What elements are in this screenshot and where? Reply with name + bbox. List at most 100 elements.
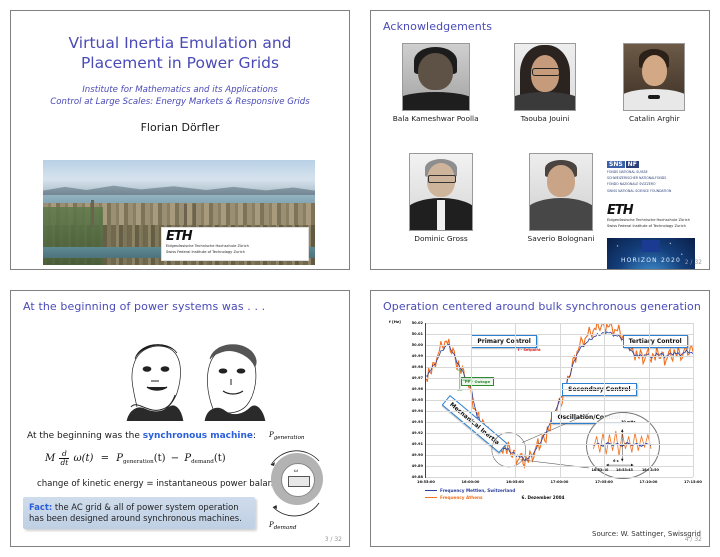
avatar xyxy=(401,43,470,111)
eth-subtitle-en: Swiss Federal Institute of Technology Zu… xyxy=(166,250,245,254)
legend-item-mettlen: Frequency Mettlen, Switzerland xyxy=(425,488,515,493)
chart-legend: Frequency Mettlen, Switzerland Frequency… xyxy=(425,488,515,502)
chart-x-axis-label: 6. Dezember 2004 xyxy=(521,495,565,500)
chart-gridline-vertical xyxy=(604,323,605,477)
chart-x-tick-label: 17:05:00 xyxy=(595,480,613,484)
inset-tick-2: 16:53:50 xyxy=(641,467,659,472)
eth-subtitle-en: Swiss Federal Institute of Technology Zu… xyxy=(607,223,686,228)
photo-sky xyxy=(43,160,315,192)
chart-x-tick-label: 16:00:00 xyxy=(461,480,480,484)
subtitle-line-1: Institute for Mathematics and its Applic… xyxy=(82,85,278,95)
chart-gridline-vertical xyxy=(559,323,561,477)
legend-label-mettlen: Frequency Mettlen, Switzerland xyxy=(440,488,516,493)
person-name: Dominic Gross xyxy=(414,234,468,243)
chart-y-tick-label: 49.91 xyxy=(411,442,423,446)
presentation-subtitle: Institute for Mathematics and its Applic… xyxy=(11,84,349,108)
fact-text-line-2: has been designed around synchronous mac… xyxy=(29,513,242,523)
chart-gridline-vertical xyxy=(470,323,472,477)
chart-y-tick-label: 50.00 xyxy=(411,343,423,347)
avatar-face xyxy=(547,164,575,197)
avatar xyxy=(529,153,593,231)
avatar-shoulders xyxy=(624,88,685,110)
presentation-author: Florian Dörfler xyxy=(140,121,220,134)
chart-y-tick-label: 49.88 xyxy=(411,475,423,479)
person-card-0: Bala Kameshwar Poolla xyxy=(381,43,490,123)
slide-title: Virtual Inertia Emulation and Placement … xyxy=(10,10,350,270)
eth-subtitle-de: Eidgenössische Technische Hochschule Zür… xyxy=(607,217,690,222)
snf-text-de: SCHWEIZERISCHER NATIONALFONDS xyxy=(607,176,667,181)
eq-p-demand-arg: (t) xyxy=(213,453,226,464)
slide-4-title: Operation centered around bulk synchrono… xyxy=(383,300,701,313)
kinetic-energy-line: change of kinetic energy = instantaneous… xyxy=(37,479,284,489)
tesla-edison-sketch-icon xyxy=(126,344,266,422)
avatar xyxy=(409,153,473,231)
chart-y-axis-label: f [Hz] xyxy=(389,319,401,324)
fact-callout: Fact: the AC grid & all of power system … xyxy=(23,497,255,529)
title-line-1: Virtual Inertia Emulation and xyxy=(68,34,292,52)
eth-subtitle-de: Eidgenössische Technische Hochschule Zür… xyxy=(166,244,249,248)
eq-frac-denominator: dt xyxy=(60,458,69,467)
zurich-skyline-photo: ETH Eidgenössische Technische Hochschule… xyxy=(43,160,315,265)
title-line-2: Placement in Power Grids xyxy=(80,54,280,72)
synchronous-machine-diagram: Pgeneration ω Pdemand xyxy=(261,431,333,531)
lead-text: At the beginning was the xyxy=(27,431,143,441)
eth-wordmark: ETH xyxy=(607,202,634,218)
photo-church-spire-2 xyxy=(184,204,187,228)
lead-tail: : xyxy=(253,431,257,441)
avatar-shoulders xyxy=(514,91,575,110)
eq-p-generation: P xyxy=(116,453,123,464)
eq-equals: = xyxy=(100,453,110,464)
eq-M: M xyxy=(45,453,56,464)
person-card-1: Taouba Jouini xyxy=(490,43,599,123)
slide-3-title: At the beginning of power systems was . … xyxy=(23,300,266,313)
chart-y-tick-label: 50.01 xyxy=(411,332,423,336)
legend-swatch-mettlen xyxy=(425,490,437,491)
lead-highlight: synchronous machine xyxy=(142,431,254,441)
chart-y-tick-label: 49.89 xyxy=(411,463,423,468)
person-card-2: Catalin Arghir xyxy=(600,43,709,123)
photo-church-spire-1 xyxy=(91,200,94,228)
chart-y-tick-label: 49.99 xyxy=(411,354,423,358)
chart-gridline-vertical xyxy=(648,323,650,477)
historic-portraits xyxy=(107,329,277,422)
synchronous-machine-lead: At the beginning was the synchronous mac… xyxy=(27,431,256,441)
snf-text-it: FONDO NAZIONALE SVIZZERO xyxy=(607,182,656,187)
avatar-glasses xyxy=(427,175,456,184)
chart-y-tick-label: 50.02 xyxy=(411,321,423,325)
funder-logos: SNS NF FONDS NATIONAL SUISSE SCHWEIZERISC… xyxy=(607,161,697,269)
slide-beginning-of-power-systems: At the beginning of power systems was . … xyxy=(10,290,350,547)
avatar-face xyxy=(641,54,667,87)
chart-x-tick-label: 17:15:00 xyxy=(684,480,702,484)
chart-x-tick-label: 16:05:00 xyxy=(506,480,524,484)
snf-logo: SNS NF FONDS NATIONAL SUISSE SCHWEIZERISC… xyxy=(607,161,697,193)
slide-acknowledgements: Acknowledgements Bala Kameshwar Poolla T… xyxy=(370,10,710,270)
page-number: 4 / 32 xyxy=(684,536,702,543)
avatar-bowtie xyxy=(648,94,661,100)
slide-2-wrapper: Acknowledgements Bala Kameshwar Poolla T… xyxy=(360,0,720,280)
avatar-shoulders xyxy=(530,198,592,230)
eq-p-demand-sub: demand xyxy=(191,459,214,465)
slide-grid: Virtual Inertia Emulation and Placement … xyxy=(0,0,720,557)
chart-x-tick-label: 16:55:00 xyxy=(417,480,435,484)
eq-omega: ω(t) xyxy=(73,453,94,464)
slide-3-wrapper: At the beginning of power systems was . … xyxy=(0,280,360,557)
person-card-4: Saverio Bolognani xyxy=(501,153,621,243)
eq-minus: − xyxy=(170,453,180,464)
fact-text-line-1: the AC grid & all of power system operat… xyxy=(52,502,239,512)
eq-p-generation-arg: (t) xyxy=(153,453,166,464)
chart-y-tick-label: 49.97 xyxy=(411,376,423,380)
chart-gridline-vertical xyxy=(515,323,516,477)
avatar-face xyxy=(418,53,453,91)
chart-y-tick-label: 49.92 xyxy=(411,431,423,435)
chart-y-tick-label: 49.90 xyxy=(411,453,423,457)
person-name: Taouba Jouini xyxy=(520,114,570,123)
chart-y-tick-label: 49.98 xyxy=(411,365,423,369)
person-name: Catalin Arghir xyxy=(628,114,680,123)
chart-gridline-horizontal xyxy=(426,477,693,478)
inset-tick-1: 16:53:45 xyxy=(616,467,633,472)
p-demand-subscript: demand xyxy=(273,525,297,531)
eth-logo-overlay: ETH Eidgenössische Technische Hochschule… xyxy=(161,227,309,261)
swing-equation: M d dt ω(t) = Pgeneration(t) − Pdemand(t… xyxy=(45,450,226,467)
chart-y-tick-label: 49.96 xyxy=(411,387,423,391)
legend-label-athens: Frequency Athens xyxy=(440,495,483,500)
